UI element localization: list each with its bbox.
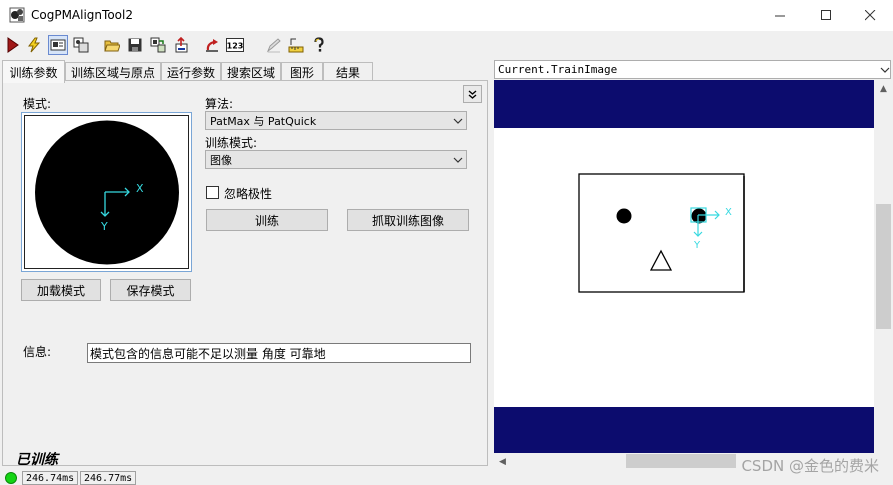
maximize-icon: [820, 10, 831, 20]
local-graphics-button[interactable]: [71, 35, 91, 55]
vertical-scrollbar[interactable]: ▲: [875, 80, 892, 453]
numeric-button[interactable]: 123: [225, 35, 245, 55]
image-selector-value: Current.TrainImage: [498, 63, 618, 76]
load-pattern-button[interactable]: 加载模式: [21, 279, 101, 301]
maximize-button[interactable]: [803, 0, 849, 31]
algorithm-label: 算法:: [205, 97, 234, 111]
edit-icon: [266, 38, 281, 53]
double-chevron-down-icon: [468, 89, 477, 99]
import-icon: [150, 37, 166, 53]
run-button[interactable]: [3, 35, 23, 55]
tab-results[interactable]: 结果: [323, 62, 373, 82]
algorithm-select[interactable]: PatMax 与 PatQuick: [205, 111, 467, 130]
electric-icon: [28, 37, 41, 53]
tool-edit-panel: 训练参数 训练区域与原点 运行参数 搜索区域 图形 结果 模式: X Y 加载模…: [0, 58, 490, 468]
ruler-icon: [288, 38, 304, 53]
status-time-1: 246.74ms: [22, 471, 79, 485]
close-button[interactable]: [847, 0, 893, 31]
horizontal-scroll-thumb[interactable]: [626, 454, 736, 468]
display-y-axis-label: Y: [693, 240, 701, 251]
ignore-polarity-label: 忽略极性: [224, 187, 273, 201]
help-icon: [314, 37, 324, 52]
image-display[interactable]: X Y: [494, 80, 874, 453]
scroll-left-icon[interactable]: ◀: [494, 453, 511, 470]
save-button[interactable]: [125, 35, 145, 55]
open-button[interactable]: [102, 35, 122, 55]
tab-train-region-origin[interactable]: 训练区域与原点: [65, 62, 161, 82]
tab-graphics[interactable]: 图形: [281, 62, 323, 82]
tab-run-params[interactable]: 运行参数: [161, 62, 221, 82]
numeric-icon-label: 123: [227, 42, 244, 51]
title-bar: CogPMAlignTool2: [0, 0, 893, 31]
status-led-icon: [5, 472, 17, 484]
minimize-icon: [774, 15, 785, 17]
ignore-polarity-checkbox[interactable]: [206, 186, 219, 199]
electric-button[interactable]: [24, 35, 44, 55]
chevron-down-icon: [880, 63, 890, 76]
pattern-y-axis-label: Y: [100, 220, 108, 233]
show-dialog-button[interactable]: [48, 35, 68, 55]
train-mode-select-value: 图像: [210, 153, 232, 167]
export-button[interactable]: [171, 35, 191, 55]
collapse-button[interactable]: [463, 85, 482, 103]
image-display-panel: Current.TrainImage X Y ▲ ◀: [493, 58, 893, 470]
train-params-panel: 模式: X Y 加载模式 保存模式 算法: PatMax 与 PatQuick: [2, 80, 488, 466]
open-icon: [104, 40, 120, 52]
status-time-2: 246.77ms: [80, 471, 137, 485]
export-icon: [175, 37, 188, 53]
import-button[interactable]: [148, 35, 168, 55]
grab-train-image-button[interactable]: 抓取训练图像: [347, 209, 469, 231]
pattern-label: 模式:: [23, 97, 52, 111]
help-button[interactable]: [309, 35, 329, 55]
pattern-image-display[interactable]: X Y: [21, 112, 192, 272]
train-image: X Y: [578, 173, 745, 293]
pattern-x-axis-label: X: [136, 182, 144, 195]
train-mode-select[interactable]: 图像: [205, 150, 467, 169]
show-dialog-icon: [50, 39, 66, 51]
train-mode-label: 训练模式:: [205, 136, 258, 150]
vertical-scroll-thumb[interactable]: [876, 204, 891, 329]
ruler-button[interactable]: [286, 35, 306, 55]
image-selector[interactable]: Current.TrainImage: [494, 60, 891, 79]
display-x-axis-label: X: [725, 207, 732, 218]
cog-tool-icon: [9, 7, 25, 23]
run-icon: [7, 37, 19, 53]
scroll-up-icon[interactable]: ▲: [875, 80, 892, 97]
tab-search-region[interactable]: 搜索区域: [221, 62, 281, 82]
edit-button[interactable]: [264, 35, 284, 55]
algorithm-select-value: PatMax 与 PatQuick: [210, 114, 317, 128]
trained-status: 已训练: [16, 452, 58, 468]
chevron-down-icon: [450, 157, 466, 163]
save-icon: [128, 38, 142, 52]
numeric-icon: 123: [226, 38, 244, 52]
watermark: CSDN @金色的费米: [741, 457, 879, 475]
window-title: CogPMAlignTool2: [31, 8, 133, 22]
train-button[interactable]: 训练: [206, 209, 328, 231]
info-label: 信息:: [23, 345, 52, 359]
close-icon: [864, 10, 875, 21]
chevron-down-icon: [450, 118, 466, 124]
reset-button[interactable]: [202, 35, 222, 55]
reset-icon: [206, 39, 218, 52]
info-field[interactable]: 模式包含的信息可能不足以测量 角度 可靠地: [87, 343, 471, 363]
tab-train-params[interactable]: 训练参数: [2, 60, 65, 83]
pattern-image: X Y: [35, 120, 179, 265]
minimize-button[interactable]: [757, 0, 803, 31]
save-pattern-button[interactable]: 保存模式: [110, 279, 191, 301]
local-graphics-icon: [73, 37, 89, 53]
toolbar: 123: [0, 31, 893, 58]
